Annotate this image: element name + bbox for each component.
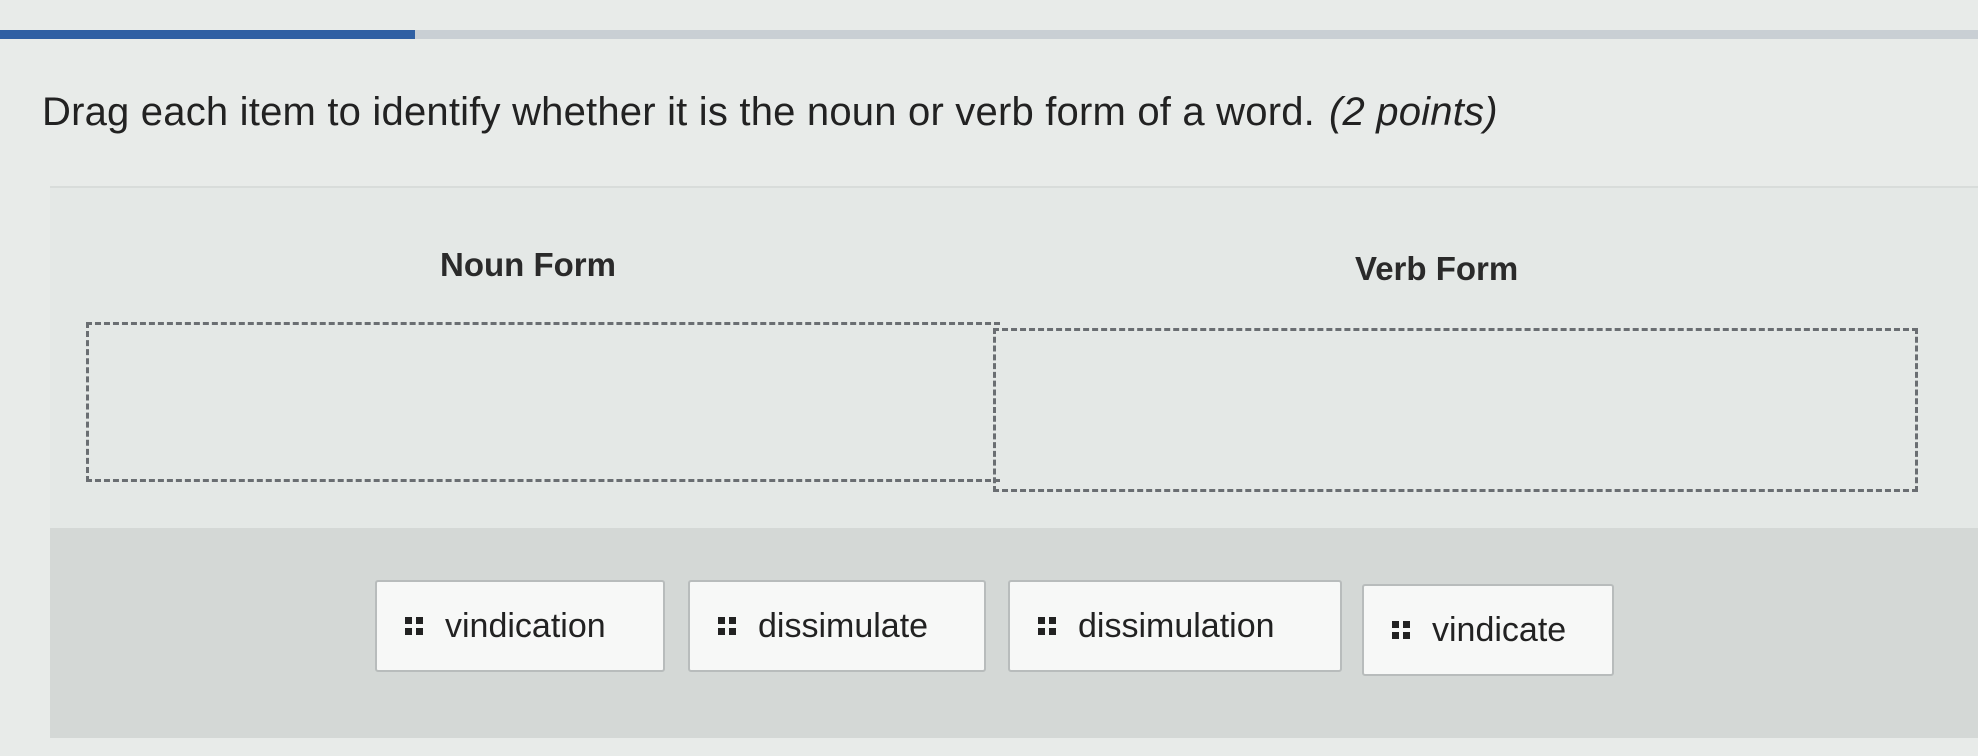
drag-item-label: vindicate xyxy=(1432,610,1567,649)
drag-item-label: vindication xyxy=(445,606,606,645)
drag-handle-icon xyxy=(1392,621,1410,639)
drag-item-label: dissimulate xyxy=(758,606,929,645)
drag-item-vindicate[interactable]: vindicate xyxy=(1362,584,1614,676)
drag-handle-icon xyxy=(1038,617,1056,635)
verb-form-header: Verb Form xyxy=(1355,250,1519,287)
drag-item-dissimulation[interactable]: dissimulation xyxy=(1008,580,1342,672)
progress-bar xyxy=(0,30,1978,39)
verb-form-drop-zone[interactable] xyxy=(993,328,1918,492)
question-prompt: Drag each item to identify whether it is… xyxy=(42,90,1498,135)
question-points: (2 points) xyxy=(1328,90,1498,134)
answer-bank: vindication dissimulate dissimulation vi… xyxy=(50,528,1978,738)
question-text: Drag each item to identify whether it is… xyxy=(42,90,1315,134)
drag-handle-icon xyxy=(718,617,736,635)
progress-bar-fill xyxy=(0,30,416,39)
drag-handle-icon xyxy=(405,617,423,635)
drag-item-dissimulate[interactable]: dissimulate xyxy=(688,580,986,672)
drag-drop-panel: Noun Form Verb Form vindication dissimul… xyxy=(50,186,1978,738)
drag-item-vindication[interactable]: vindication xyxy=(375,580,665,672)
noun-form-drop-zone[interactable] xyxy=(86,322,1000,482)
drag-item-label: dissimulation xyxy=(1078,606,1275,645)
noun-form-header: Noun Form xyxy=(440,246,616,283)
